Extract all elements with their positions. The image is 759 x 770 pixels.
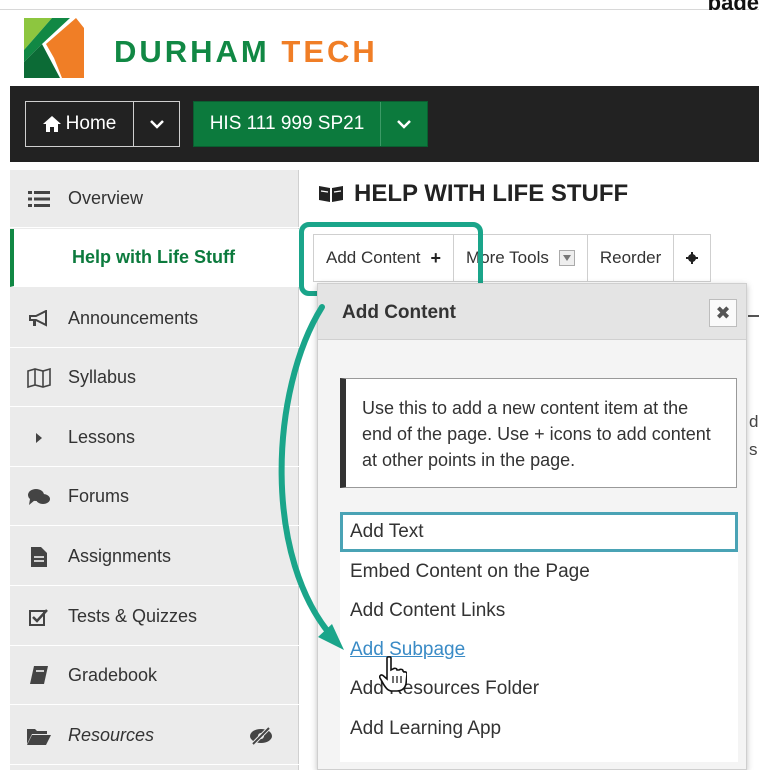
sidebar-item-help-with-life-stuff[interactable]: Help with Life Stuff — [10, 229, 299, 287]
site-dropdown-toggle[interactable] — [381, 102, 427, 146]
eye-slash-icon[interactable] — [249, 726, 273, 751]
sidebar-item-label: Assignments — [68, 546, 172, 566]
home-dropdown-toggle[interactable] — [134, 102, 179, 146]
option-add-content-links[interactable]: Add Content Links — [340, 591, 738, 631]
home-button[interactable]: Home — [26, 102, 134, 146]
tool-sidebar: Overview Help with Life Stuff Announceme… — [10, 170, 299, 770]
option-embed-content[interactable]: Embed Content on the Page — [340, 552, 738, 592]
brand-word-durham: DURHAM — [114, 34, 270, 69]
edge-divider — [748, 315, 759, 317]
sidebar-item-label: Resources — [68, 725, 155, 745]
list-icon — [10, 190, 68, 208]
add-content-options: Add Text Embed Content on the Page Add C… — [340, 512, 738, 762]
sidebar-item-lessons[interactable]: Lessons — [10, 409, 299, 467]
brand-header: DURHAM TECH — [10, 10, 759, 86]
sidebar-item-gradebook[interactable]: Gradebook — [10, 647, 299, 705]
settings-button[interactable] — [674, 235, 710, 281]
gear-icon — [686, 252, 699, 264]
option-label: Add Subpage — [350, 639, 466, 660]
sidebar-item-label: Lessons — [68, 427, 136, 447]
map-icon — [10, 367, 68, 388]
top-strip: page — [0, 0, 759, 15]
sidebar-item-announcements[interactable]: Announcements — [10, 290, 299, 348]
chevron-down-icon — [558, 250, 575, 266]
sidebar-item-label: Overview — [68, 188, 144, 208]
dropdown-title: Add Content — [342, 302, 456, 323]
current-site-switcher: HIS 111 999 SP21 — [193, 101, 428, 147]
chat-bubbles-icon — [10, 487, 68, 507]
chevron-down-icon — [397, 120, 411, 129]
checkbox-icon — [10, 608, 68, 626]
brand-wordmark: DURHAM TECH — [114, 34, 378, 70]
dropdown-header: Add Content ✖ — [318, 284, 746, 340]
sidebar-item-resources[interactable]: Resources — [10, 707, 299, 765]
sidebar-item-assignments[interactable]: Assignments — [10, 528, 299, 586]
option-label: Add Learning App — [350, 718, 502, 739]
book-icon — [10, 665, 68, 686]
option-add-text[interactable]: Add Text — [340, 512, 738, 552]
option-label: Add Content Links — [350, 600, 506, 621]
home-icon — [42, 116, 61, 132]
close-button[interactable]: ✖ — [709, 299, 737, 327]
durham-tech-logo-icon — [24, 18, 84, 78]
home-site-switcher: Home — [25, 101, 180, 147]
caret-right-icon — [10, 432, 68, 444]
option-label: Add Text — [350, 521, 424, 542]
current-site-label: HIS 111 999 SP21 — [209, 113, 365, 134]
add-content-dropdown: Add Content ✖ Use this to add a new cont… — [317, 283, 747, 770]
sidebar-item-label: Forums — [68, 486, 130, 506]
sidebar-item-overview[interactable]: Overview — [10, 170, 299, 228]
open-book-icon — [319, 186, 343, 202]
megaphone-icon — [10, 309, 68, 328]
folder-open-icon — [10, 727, 68, 745]
reorder-label: Reorder — [599, 248, 662, 267]
document-icon — [10, 546, 68, 567]
chevron-down-icon — [149, 120, 164, 129]
site-navigation-bar: Home HIS 111 999 SP21 — [10, 86, 759, 162]
edge-text-fragment: d — [749, 412, 759, 431]
current-site-button[interactable]: HIS 111 999 SP21 — [194, 102, 381, 146]
sidebar-item-label: Syllabus — [68, 367, 137, 387]
sidebar-item-label: Announcements — [68, 308, 199, 328]
page-title-text: HELP WITH LIFE STUFF — [354, 180, 629, 207]
dropdown-help-text: Use this to add a new content item at th… — [340, 378, 737, 488]
page-title: HELP WITH LIFE STUFF — [318, 180, 628, 208]
edge-text-fragment: s — [749, 440, 758, 459]
sidebar-item-syllabus[interactable]: Syllabus — [10, 349, 299, 407]
option-add-learning-app[interactable]: Add Learning App — [340, 709, 738, 749]
sidebar-item-label: Gradebook — [68, 665, 158, 685]
sidebar-item-tests-quizzes[interactable]: Tests & Quizzes — [10, 588, 299, 646]
option-label: Embed Content on the Page — [350, 561, 590, 582]
brand-word-tech: TECH — [281, 34, 378, 69]
close-icon: ✖ — [715, 302, 731, 323]
home-label: Home — [65, 113, 117, 134]
sidebar-item-label: Tests & Quizzes — [68, 606, 198, 626]
reorder-button[interactable]: Reorder — [588, 235, 675, 281]
sidebar-item-forums[interactable]: Forums — [10, 468, 299, 526]
hand-pointer-icon — [379, 656, 407, 692]
sidebar-item-label: Help with Life Stuff — [72, 247, 235, 267]
